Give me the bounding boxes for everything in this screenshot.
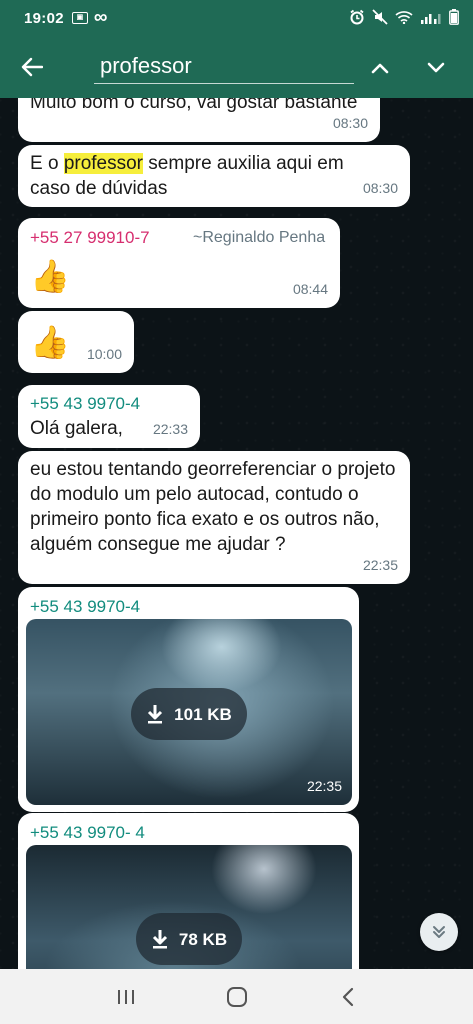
download-button[interactable]: 101 KB — [131, 688, 247, 740]
message-bubble[interactable]: E o professor sempre auxilia aqui em cas… — [18, 145, 410, 207]
recent-apps-icon — [117, 989, 134, 1004]
download-button[interactable]: 78 KB — [136, 913, 242, 965]
chevron-up-icon — [371, 63, 389, 74]
message-bubble[interactable]: 👍 10:00 — [18, 311, 134, 373]
back-icon — [342, 987, 353, 1006]
recent-apps-button[interactable] — [106, 977, 146, 1017]
sender-number[interactable]: +55 27 99910-7 — [30, 225, 150, 250]
sender-name: ~Reginaldo Penha — [193, 229, 326, 246]
message-time: 22:35 — [362, 557, 398, 573]
mute-icon — [372, 8, 388, 28]
message-text: eu estou tentando georreferenciar o proj… — [30, 459, 396, 555]
system-nav-bar — [0, 969, 473, 1024]
message-time: 10:00 — [86, 346, 122, 362]
download-icon — [148, 705, 163, 724]
thumbs-up-emoji: 👍 — [30, 258, 70, 294]
status-bar: 19:02 ▣ ∞ — [0, 0, 473, 36]
message-bubble[interactable]: eu estou tentando georreferenciar o proj… — [18, 451, 410, 584]
sender-number[interactable]: +55 43 9970-4 — [30, 391, 140, 416]
download-icon — [152, 930, 167, 949]
previous-result-button[interactable] — [365, 54, 395, 82]
scroll-to-bottom-button[interactable] — [420, 913, 458, 951]
signal-icon — [420, 10, 442, 27]
chevron-down-icon — [427, 62, 445, 73]
home-icon — [226, 986, 247, 1007]
message-text: Muito bom o curso, vai gostar bastante — [30, 98, 358, 113]
home-button[interactable] — [217, 977, 257, 1017]
wifi-icon — [395, 10, 413, 27]
search-toolbar — [0, 36, 473, 98]
search-input[interactable] — [94, 48, 354, 83]
message-time: 22:33 — [152, 421, 188, 437]
media-message-bubble[interactable]: +55 43 9970- 4 78 KB — [18, 813, 359, 969]
back-button[interactable] — [0, 57, 64, 77]
message-bubble[interactable]: Muito bom o curso, vai gostar bastante 0… — [18, 98, 380, 142]
message-bubble[interactable]: +55 27 99910-7 ~Reginaldo Penha 👍 08:44 — [18, 218, 340, 308]
infinity-icon: ∞ — [93, 7, 108, 28]
file-size: 78 KB — [178, 929, 228, 949]
message-time: 08:30 — [362, 180, 398, 196]
arrow-left-icon — [21, 57, 43, 77]
search-field — [94, 48, 354, 84]
media-thumbnail[interactable]: 101 KB 22:35 — [26, 619, 352, 805]
search-highlight: professor — [63, 153, 144, 174]
double-chevron-down-icon — [433, 926, 445, 938]
status-time: 19:02 — [24, 9, 64, 27]
message-text: E o professor sempre auxilia aqui em cas… — [30, 153, 344, 199]
next-result-button[interactable] — [421, 54, 451, 82]
battery-icon — [449, 8, 459, 28]
file-size: 101 KB — [174, 704, 232, 724]
message-time: 08:30 — [332, 115, 368, 131]
chat-area[interactable]: Muito bom o curso, vai gostar bastante 0… — [0, 98, 473, 969]
nav-back-button[interactable] — [328, 977, 368, 1017]
alarm-icon — [349, 9, 365, 28]
sender-number[interactable]: +55 43 9970- 4 — [30, 820, 145, 845]
gallery-icon: ▣ — [71, 12, 88, 24]
message-time: 08:44 — [292, 281, 328, 297]
thumbs-up-emoji: 👍 — [30, 324, 70, 360]
media-message-bubble[interactable]: +55 43 9970-4 101 KB 22:35 — [18, 587, 359, 812]
message-text: Olá galera, — [30, 418, 123, 439]
message-bubble[interactable]: +55 43 9970-4 Olá galera, 22:33 — [18, 385, 200, 448]
message-time: 22:35 — [306, 778, 342, 794]
media-thumbnail[interactable]: 78 KB — [26, 845, 352, 969]
sender-number[interactable]: +55 43 9970-4 — [30, 594, 140, 619]
